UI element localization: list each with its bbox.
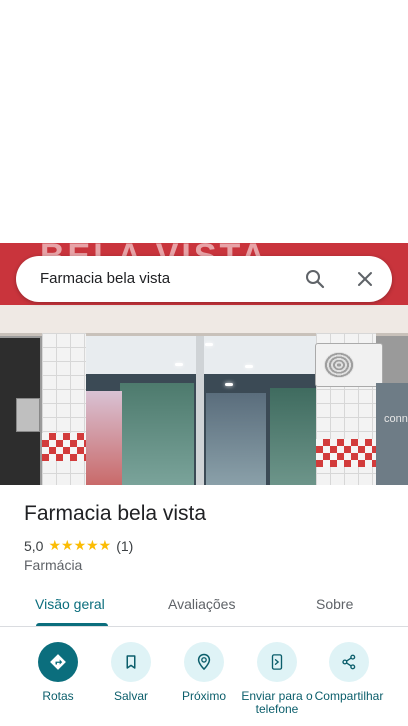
tab-reviews[interactable]: Avaliações <box>168 596 235 612</box>
tile-wall-left <box>42 333 86 485</box>
ceiling-light <box>225 383 233 386</box>
search-query[interactable]: Farmacia bela vista <box>40 270 170 287</box>
share-icon <box>342 654 356 670</box>
store-shelf <box>86 391 122 485</box>
store-pillar <box>196 336 204 485</box>
place-name: Farmacia bela vista <box>24 502 207 525</box>
rating-stars: ★★★★★ <box>48 537 112 553</box>
share-button[interactable]: Compartilhar <box>311 642 387 703</box>
ceiling-light <box>175 363 183 366</box>
checker-tiles-right <box>316 439 376 467</box>
send-to-phone-icon <box>271 654 283 670</box>
store-shelf <box>270 388 316 485</box>
save-button[interactable]: Salvar <box>93 642 169 703</box>
neighbor-glass-text: conne <box>384 413 408 425</box>
tab-overview[interactable]: Visão geral <box>35 596 105 612</box>
nearby-label: Próximo <box>181 689 226 703</box>
directions-icon <box>50 654 66 670</box>
nearby-button[interactable]: Próximo <box>166 642 242 703</box>
search-bar[interactable]: Farmacia bela vista <box>16 256 392 302</box>
ceiling-light <box>205 343 213 346</box>
map-blank-area <box>0 0 408 243</box>
directions-label: Rotas <box>42 689 74 703</box>
tab-about[interactable]: Sobre <box>316 596 353 612</box>
store-awning <box>0 305 408 336</box>
send-to-phone-button[interactable]: Enviar para o telefone <box>239 642 315 716</box>
air-conditioner <box>315 343 383 387</box>
place-category[interactable]: Farmácia <box>24 557 82 573</box>
ceiling-light <box>245 365 253 368</box>
directions-button[interactable]: Rotas <box>20 642 96 703</box>
close-icon[interactable] <box>353 267 377 291</box>
electric-box <box>16 398 40 432</box>
store-shelf <box>120 383 194 485</box>
review-count: (1) <box>116 537 134 554</box>
checker-tiles-left <box>42 433 86 461</box>
save-label: Salvar <box>113 689 148 703</box>
nearby-icon <box>197 653 211 671</box>
store-shelf <box>206 393 266 485</box>
share-label: Compartilhar <box>314 689 384 703</box>
bookmark-icon <box>126 655 136 669</box>
neighbor-glass: conne <box>376 383 408 485</box>
search-icon[interactable] <box>303 267 327 291</box>
rating-value: 5,0 <box>24 537 44 554</box>
send-to-phone-label: Enviar para o telefone <box>241 689 313 716</box>
rating-row[interactable]: 5,0 ★★★★★ (1) <box>24 537 133 554</box>
tabs-divider <box>0 626 408 627</box>
